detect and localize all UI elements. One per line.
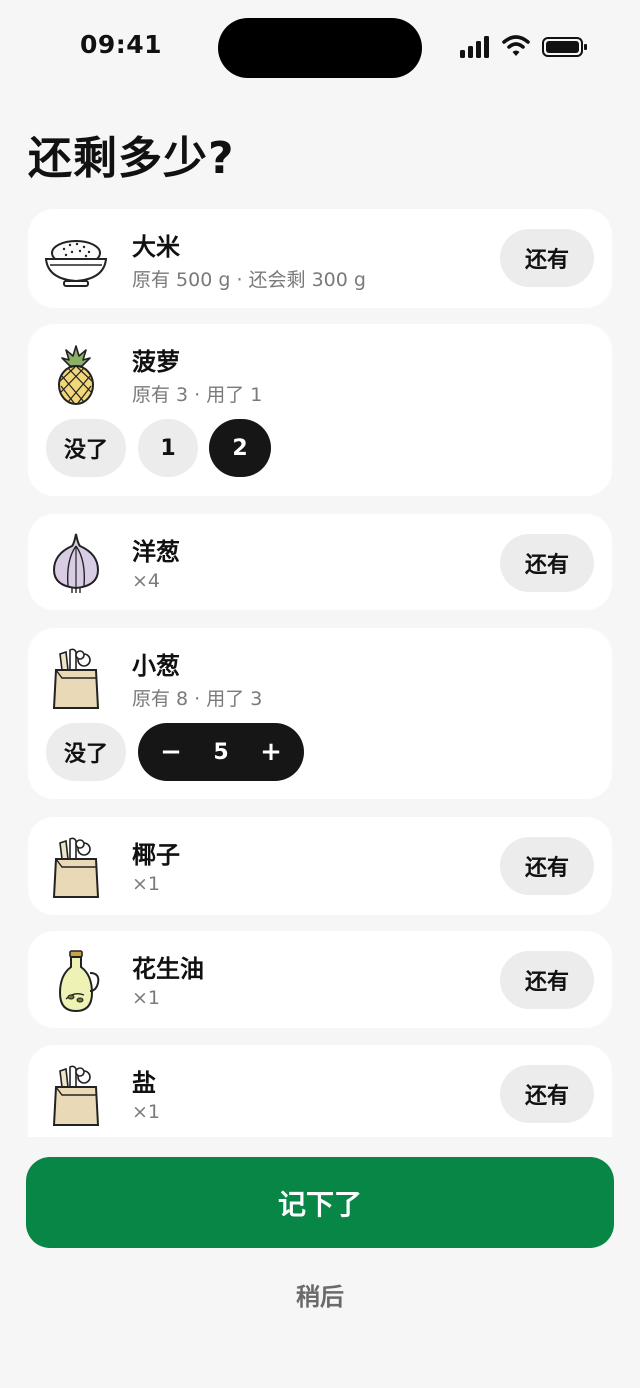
- battery-icon: [542, 37, 587, 57]
- item-quantity: 原有 3 · 用了 1: [132, 384, 263, 406]
- list-item: 小葱 原有 8 · 用了 3 没了 − 5 +: [28, 628, 612, 799]
- grocery-bag-icon: [52, 837, 100, 898]
- item-quantity: 原有 500 g · 还会剩 300 g: [132, 269, 366, 291]
- quantity-chip-1[interactable]: 1: [138, 419, 198, 477]
- item-quantity: ×1: [132, 1101, 161, 1123]
- cellular-signal-icon: [460, 36, 489, 58]
- quantity-stepper: − 5 +: [138, 723, 304, 781]
- list-item: 大米 原有 500 g · 还会剩 300 g 还有: [28, 209, 612, 308]
- item-list[interactable]: 大米 原有 500 g · 还会剩 300 g 还有 菠萝 原有 3 · 用了 …: [28, 209, 612, 1137]
- list-item: 椰子 ×1 还有: [28, 817, 612, 915]
- item-quantity: ×1: [132, 873, 161, 895]
- item-name: 大米: [132, 233, 180, 261]
- oil-bottle-icon: [58, 950, 100, 1013]
- still-have-button[interactable]: 还有: [500, 1065, 594, 1123]
- onion-icon: [52, 533, 100, 593]
- grocery-bag-icon: [52, 648, 100, 709]
- quantity-chip-2[interactable]: 2: [209, 419, 271, 477]
- later-button[interactable]: 稍后: [240, 1272, 400, 1316]
- wifi-icon: [502, 35, 530, 56]
- still-have-button[interactable]: 还有: [500, 837, 594, 895]
- list-item: 洋葱 ×4 还有: [28, 514, 612, 610]
- pineapple-icon: [58, 345, 94, 405]
- item-quantity: ×1: [132, 987, 161, 1009]
- none-left-chip[interactable]: 没了: [46, 419, 126, 477]
- status-time: 09:41: [80, 30, 163, 59]
- decrement-button[interactable]: −: [146, 723, 196, 781]
- item-quantity: 原有 8 · 用了 3: [132, 688, 263, 710]
- item-name: 椰子: [132, 841, 180, 869]
- item-quantity: ×4: [132, 570, 161, 592]
- stepper-value: 5: [213, 739, 229, 765]
- grocery-bag-icon: [52, 1065, 100, 1126]
- list-item: 盐 ×1 还有: [28, 1045, 612, 1137]
- increment-button[interactable]: +: [246, 723, 296, 781]
- item-name: 洋葱: [132, 538, 180, 566]
- still-have-button[interactable]: 还有: [500, 951, 594, 1009]
- item-name: 菠萝: [132, 348, 180, 376]
- rice-bowl-icon: [44, 240, 108, 287]
- item-name: 花生油: [132, 955, 204, 983]
- list-item: 花生油 ×1 还有: [28, 931, 612, 1028]
- still-have-button[interactable]: 还有: [500, 534, 594, 592]
- item-name: 盐: [132, 1069, 156, 1097]
- dynamic-island: [218, 18, 422, 78]
- still-have-button[interactable]: 还有: [500, 229, 594, 287]
- save-button[interactable]: 记下了: [26, 1157, 614, 1248]
- list-item: 菠萝 原有 3 · 用了 1 没了 1 2: [28, 324, 612, 496]
- none-left-chip[interactable]: 没了: [46, 723, 126, 781]
- page-title: 还剩多少?: [28, 133, 235, 184]
- item-name: 小葱: [132, 652, 180, 680]
- status-bar: 09:41: [0, 0, 640, 96]
